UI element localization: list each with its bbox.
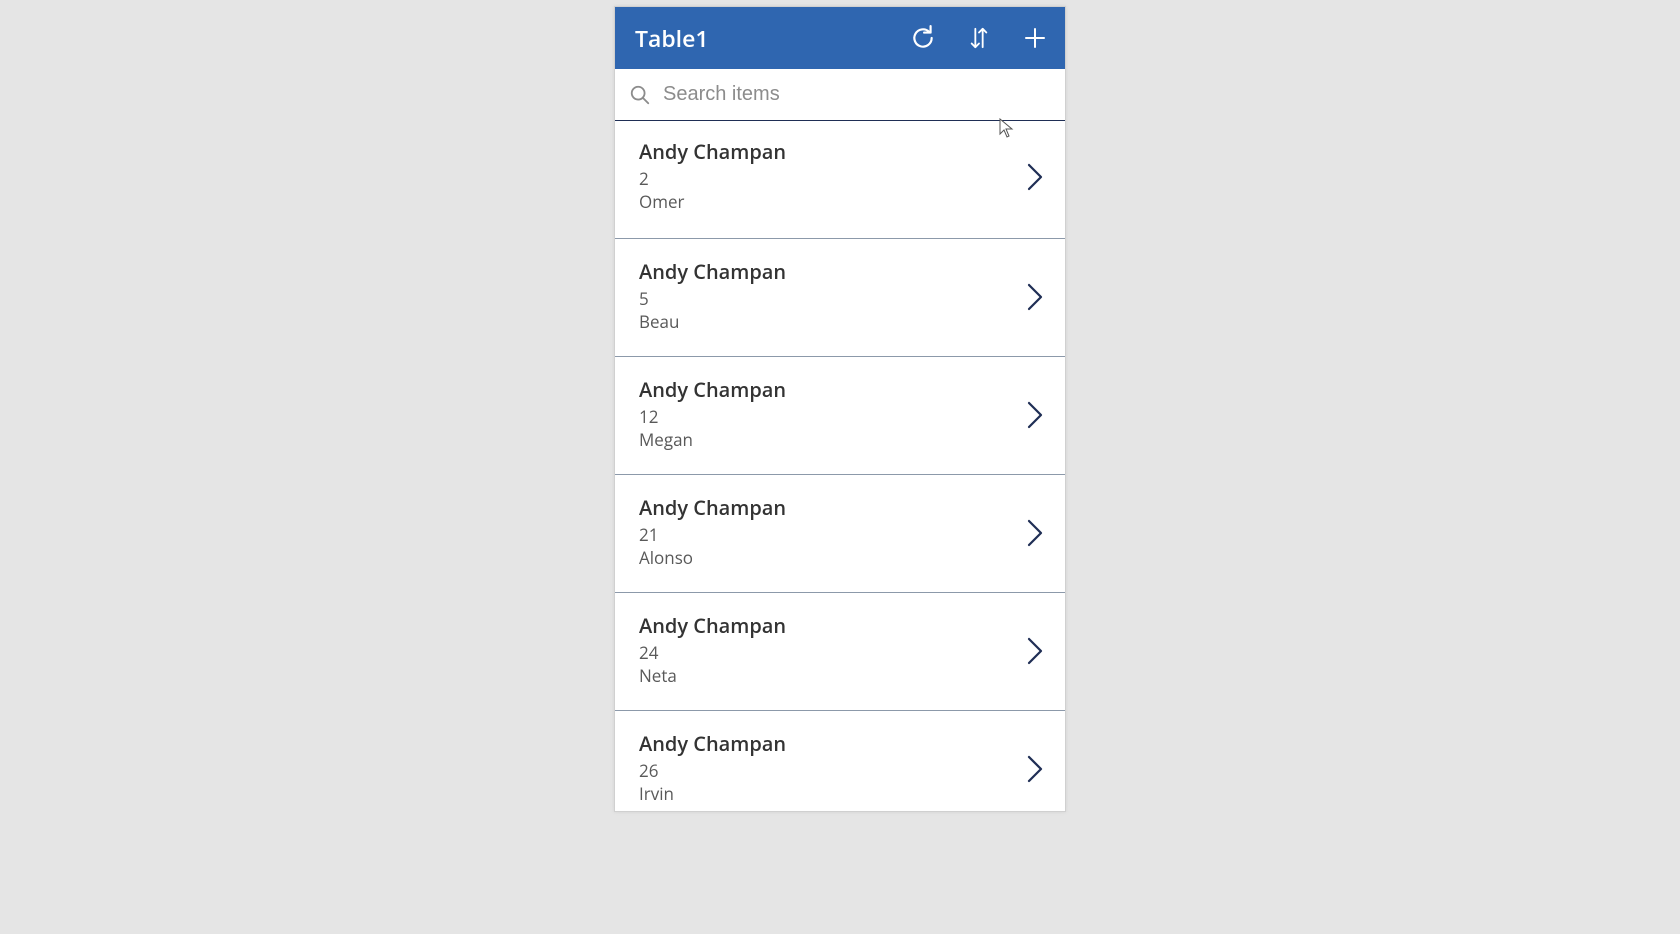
list-item-text: Andy Champan 26Irvin (639, 731, 1013, 806)
items-list: Andy Champan2OmerAndy Champan5BeauAndy C… (615, 121, 1065, 811)
list-item-line3: Alonso (639, 547, 1013, 570)
list-item-line3: Omer (639, 191, 1013, 214)
refresh-icon (910, 25, 936, 51)
list-item[interactable]: Andy Champan 24Neta (615, 593, 1065, 711)
list-item-text: Andy Champan 12Megan (639, 377, 1013, 452)
header-actions (909, 24, 1049, 52)
header-bar: Table1 (615, 7, 1065, 69)
list-item-title: Andy Champan (639, 495, 1013, 520)
chevron-right-icon (1025, 397, 1045, 433)
list-item-line2: 2 (639, 168, 1013, 191)
chevron-right-icon (1025, 159, 1045, 195)
list-item-title: Andy Champan (639, 613, 1013, 638)
list-item-title: Andy Champan (639, 139, 1013, 164)
list-item[interactable]: Andy Champan 2Omer (615, 121, 1065, 239)
list-item[interactable]: Andy Champan 26Irvin (615, 711, 1065, 811)
list-item-title: Andy Champan (639, 377, 1013, 402)
app-frame: Table1 (614, 6, 1066, 812)
list-item-line3: Irvin (639, 783, 1013, 806)
chevron-right-icon (1025, 633, 1045, 669)
list-item[interactable]: Andy Champan 12Megan (615, 357, 1065, 475)
list-item-line2: 21 (639, 524, 1013, 547)
refresh-button[interactable] (909, 24, 937, 52)
chevron-right-icon (1025, 515, 1045, 551)
plus-icon (1023, 26, 1047, 50)
list-item-line2: 24 (639, 642, 1013, 665)
add-button[interactable] (1021, 24, 1049, 52)
list-item-text: Andy Champan 5Beau (639, 259, 1013, 334)
list-item[interactable]: Andy Champan 21Alonso (615, 475, 1065, 593)
search-input[interactable] (663, 83, 1051, 106)
list-item-text: Andy Champan 2Omer (639, 139, 1013, 214)
list-item-line2: 5 (639, 288, 1013, 311)
list-item-line2: 26 (639, 760, 1013, 783)
list-item-text: Andy Champan 21Alonso (639, 495, 1013, 570)
list-item-text: Andy Champan 24Neta (639, 613, 1013, 688)
search-bar[interactable] (615, 69, 1065, 121)
list-item-line2: 12 (639, 406, 1013, 429)
list-item-line3: Megan (639, 429, 1013, 452)
screen-title: Table1 (635, 22, 909, 54)
list-item-line3: Neta (639, 665, 1013, 688)
list-item-title: Andy Champan (639, 259, 1013, 284)
list-item-line3: Beau (639, 311, 1013, 334)
sort-icon (968, 25, 990, 51)
sort-button[interactable] (965, 24, 993, 52)
list-item-title: Andy Champan (639, 731, 1013, 756)
chevron-right-icon (1025, 279, 1045, 315)
chevron-right-icon (1025, 751, 1045, 787)
search-icon (629, 84, 651, 106)
list-item[interactable]: Andy Champan 5Beau (615, 239, 1065, 357)
